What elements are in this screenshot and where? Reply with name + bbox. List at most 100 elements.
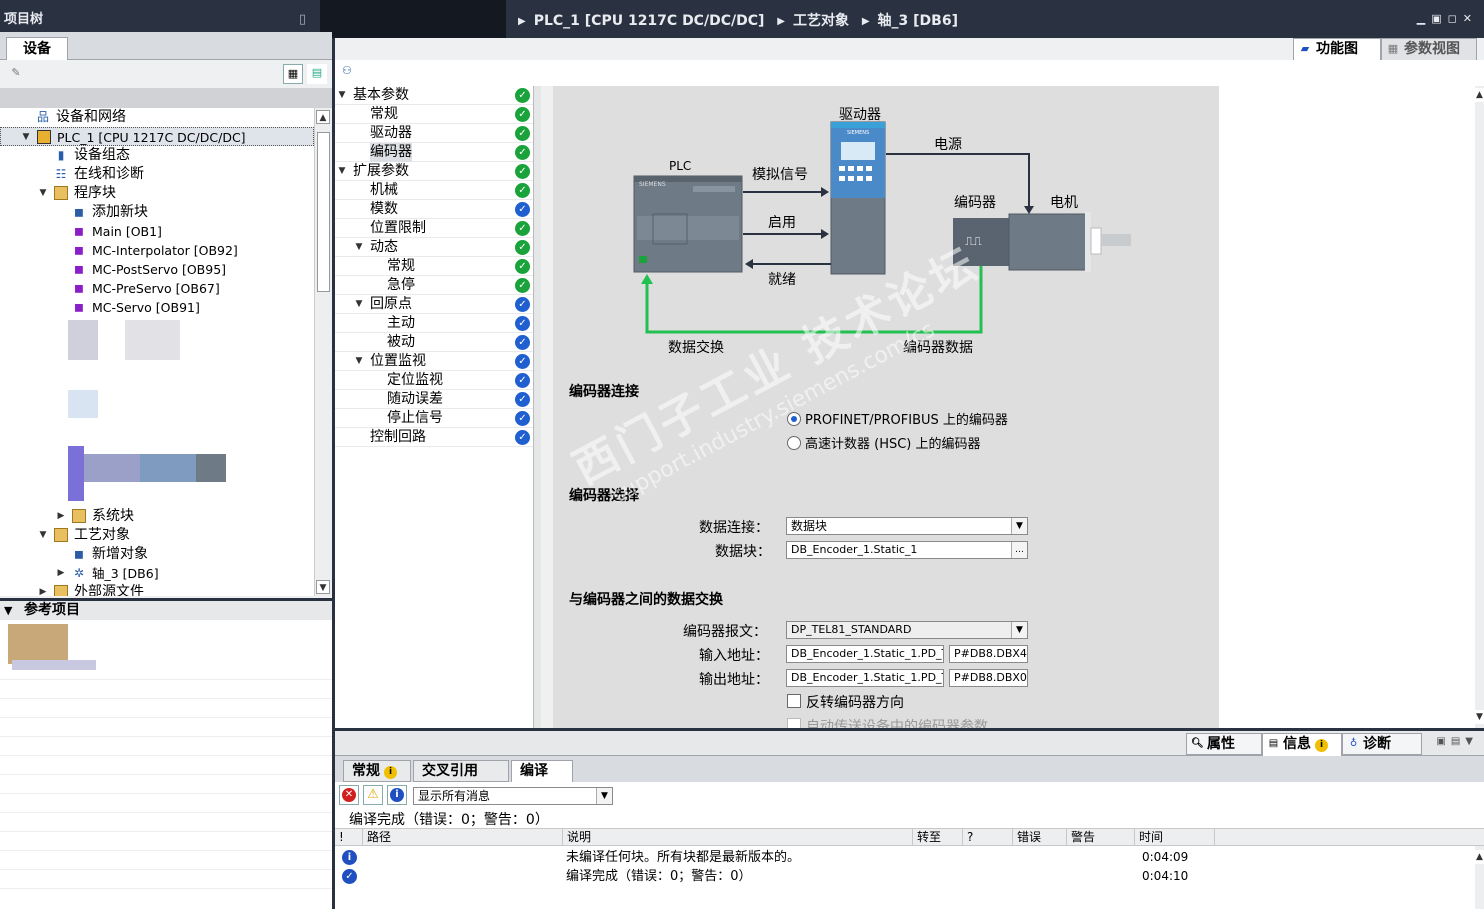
error-filter-button[interactable]: ✕ bbox=[339, 785, 359, 805]
radio-hsc-label[interactable]: 高速计数器 (HSC) 上的编码器 bbox=[805, 433, 981, 452]
pin-icon[interactable]: ▯ bbox=[299, 8, 306, 32]
message-scrollbar[interactable]: ▲ bbox=[1475, 846, 1484, 909]
panel-controls[interactable]: ▣▤▼ bbox=[1436, 736, 1478, 747]
tree-item-mc-servo[interactable]: ◼ MC-Servo [OB91] bbox=[0, 298, 314, 317]
tree-item-add-block[interactable]: ◼ 添加新块 bbox=[0, 203, 314, 222]
radio-hsc[interactable] bbox=[787, 436, 801, 450]
chevron-down-icon[interactable]: ▼ bbox=[354, 238, 364, 257]
table-row[interactable]: ✓ 编译完成（错误：0；警告：0） 0:04:10 bbox=[335, 867, 1475, 886]
nav-item[interactable]: 主动 ✓ bbox=[335, 314, 540, 333]
nav-item[interactable]: ▼ 位置监视 ✓ bbox=[335, 352, 540, 371]
data-block-field[interactable]: DB_Encoder_1.Static_1 … bbox=[786, 541, 1028, 559]
nav-item[interactable]: 编码器 ✓ bbox=[335, 143, 540, 162]
breadcrumb-tech-objects[interactable]: 工艺对象 bbox=[793, 13, 849, 29]
chevron-down-icon[interactable]: ▼ bbox=[38, 184, 48, 203]
subtab-compile[interactable]: 编译 bbox=[511, 760, 573, 782]
col-time[interactable]: 时间 bbox=[1135, 829, 1215, 846]
chevron-down-icon[interactable]: ▼ bbox=[354, 352, 364, 371]
tab-properties[interactable]: 🔍︎ 属性 bbox=[1186, 733, 1262, 755]
radio-profinet[interactable] bbox=[787, 412, 801, 426]
tree-item-program-blocks[interactable]: ▼ 程序块 bbox=[0, 184, 314, 203]
nav-item[interactable]: 被动 ✓ bbox=[335, 333, 540, 352]
col-help[interactable]: ? bbox=[963, 829, 1013, 846]
col-goto[interactable]: 转至 bbox=[913, 829, 963, 846]
tree-item-main-ob1[interactable]: ◼ Main [OB1] bbox=[0, 222, 314, 241]
nav-item[interactable]: ▼ 扩展参数 ✓ bbox=[335, 162, 540, 181]
nav-item[interactable]: 控制回路 ✓ bbox=[335, 428, 540, 447]
close-icon[interactable]: ✕ bbox=[1463, 12, 1478, 25]
nav-item[interactable]: 位置限制 ✓ bbox=[335, 219, 540, 238]
col-path[interactable]: 路径 bbox=[363, 829, 563, 846]
scroll-up-icon[interactable]: ▲ bbox=[1475, 850, 1484, 864]
nav-item[interactable]: 驱动器 ✓ bbox=[335, 124, 540, 143]
telegram-select[interactable]: DP_TEL81_STANDARD ▼ bbox=[786, 621, 1028, 639]
tab-devices[interactable]: 设备 bbox=[6, 37, 68, 60]
nav-item[interactable]: ▼ 基本参数 ✓ bbox=[335, 86, 540, 105]
col-warnings[interactable]: 警告 bbox=[1067, 829, 1135, 846]
subtab-general[interactable]: 常规 i bbox=[343, 760, 411, 782]
input-pointer-field[interactable]: P#DB8.DBX4.0 bbox=[949, 645, 1028, 663]
new-item-icon[interactable]: ✎ bbox=[6, 64, 26, 84]
tree-item-system-blocks[interactable]: ▶ 系统块 bbox=[0, 507, 314, 526]
tab-diagnostics[interactable]: ♁ 诊断 bbox=[1342, 733, 1422, 755]
output-pointer-field[interactable]: P#DB8.DBX0.0 bbox=[949, 669, 1028, 687]
chevron-right-icon[interactable]: ▶ bbox=[56, 507, 66, 526]
chevron-down-icon[interactable]: ▼ bbox=[337, 162, 347, 181]
nav-item[interactable]: ▼ 回原点 ✓ bbox=[335, 295, 540, 314]
chevron-down-icon[interactable]: ▼ bbox=[4, 601, 12, 620]
nav-scrollbar[interactable] bbox=[533, 86, 541, 728]
chevron-right-icon[interactable]: ▶ bbox=[56, 564, 66, 583]
invert-encoder-label[interactable]: 反转编码器方向 bbox=[806, 692, 904, 712]
chevron-down-icon[interactable]: ▼ bbox=[1011, 622, 1027, 638]
scroll-down-icon[interactable]: ▼ bbox=[316, 580, 330, 594]
restore-icon[interactable]: ▣ bbox=[1431, 12, 1447, 25]
reference-projects-header[interactable]: ▼ 参考项目 bbox=[0, 598, 332, 620]
tree-item-plc[interactable]: ▼ PLC_1 [CPU 1217C DC/DC/DC] bbox=[0, 127, 314, 146]
tab-info[interactable]: ▤ 信息 i bbox=[1262, 733, 1342, 756]
invert-encoder-checkbox[interactable] bbox=[787, 694, 801, 708]
list-view-icon[interactable]: ▦ bbox=[283, 64, 303, 84]
radio-profinet-label[interactable]: PROFINET/PROFIBUS 上的编码器 bbox=[805, 409, 1008, 428]
scroll-up-icon[interactable]: ▲ bbox=[316, 110, 330, 124]
col-description[interactable]: 说明 bbox=[563, 829, 913, 846]
info-filter-button[interactable]: i bbox=[387, 785, 407, 805]
message-filter-select[interactable]: 显示所有消息 ▼ bbox=[413, 787, 613, 805]
nav-item[interactable]: 停止信号 ✓ bbox=[335, 409, 540, 428]
breadcrumb-axis[interactable]: 轴_3 [DB6] bbox=[878, 13, 958, 29]
chevron-right-icon[interactable]: ▶ bbox=[38, 583, 48, 596]
tree-item-device-config[interactable]: ▮ 设备组态 bbox=[0, 146, 314, 165]
input-address-field[interactable]: DB_Encoder_1.Static_1.PD_T bbox=[786, 645, 944, 663]
scroll-thumb[interactable] bbox=[317, 132, 330, 292]
nav-item[interactable]: 急停 ✓ bbox=[335, 276, 540, 295]
breadcrumb-plc[interactable]: PLC_1 [CPU 1217C DC/DC/DC] bbox=[534, 13, 765, 29]
overview-icon[interactable]: ▤ bbox=[307, 64, 327, 84]
chevron-down-icon[interactable]: ▼ bbox=[354, 295, 364, 314]
tree-item-external-sources[interactable]: ▶ 外部源文件 bbox=[0, 583, 314, 596]
nav-item[interactable]: 常规 ✓ bbox=[335, 257, 540, 276]
tree-item-mc-preservo[interactable]: ◼ MC-PreServo [OB67] bbox=[0, 279, 314, 298]
subtab-cross-ref[interactable]: 交叉引用 bbox=[413, 760, 509, 782]
table-row[interactable]: i 未编译任何块。所有块都是最新版本的。 0:04:09 bbox=[335, 848, 1475, 867]
tree-item-devices-networks[interactable]: 品 设备和网络 bbox=[0, 108, 314, 127]
scroll-down-icon[interactable]: ▼ bbox=[1475, 710, 1484, 724]
col-severity[interactable]: ! bbox=[335, 829, 363, 846]
chevron-down-icon[interactable]: ▼ bbox=[1011, 518, 1027, 534]
tree-item-mc-interpolator[interactable]: ◼ MC-Interpolator [OB92] bbox=[0, 241, 314, 260]
chevron-down-icon[interactable]: ▼ bbox=[337, 86, 347, 105]
tab-parameter-view[interactable]: ▦ 参数视图 bbox=[1381, 38, 1477, 60]
nav-item[interactable]: ▼ 动态 ✓ bbox=[335, 238, 540, 257]
browse-icon[interactable]: … bbox=[1011, 542, 1027, 558]
monitor-icon[interactable]: ⚇ bbox=[342, 64, 352, 77]
nav-item[interactable]: 机械 ✓ bbox=[335, 181, 540, 200]
tab-function-view[interactable]: ▰ 功能图 bbox=[1293, 38, 1381, 60]
minimize-icon[interactable]: ▁ bbox=[1417, 12, 1431, 25]
col-errors[interactable]: 错误 bbox=[1013, 829, 1067, 846]
chevron-down-icon[interactable]: ▼ bbox=[596, 788, 612, 804]
chevron-down-icon[interactable]: ▼ bbox=[38, 526, 48, 545]
nav-item[interactable]: 常规 ✓ bbox=[335, 105, 540, 124]
maximize-icon[interactable]: ◻ bbox=[1448, 12, 1463, 25]
tree-item-add-object[interactable]: ◼ 新增对象 bbox=[0, 545, 314, 564]
data-connection-select[interactable]: 数据块 ▼ bbox=[786, 517, 1028, 535]
tree-item-tech-objects[interactable]: ▼ 工艺对象 bbox=[0, 526, 314, 545]
nav-item[interactable]: 定位监视 ✓ bbox=[335, 371, 540, 390]
